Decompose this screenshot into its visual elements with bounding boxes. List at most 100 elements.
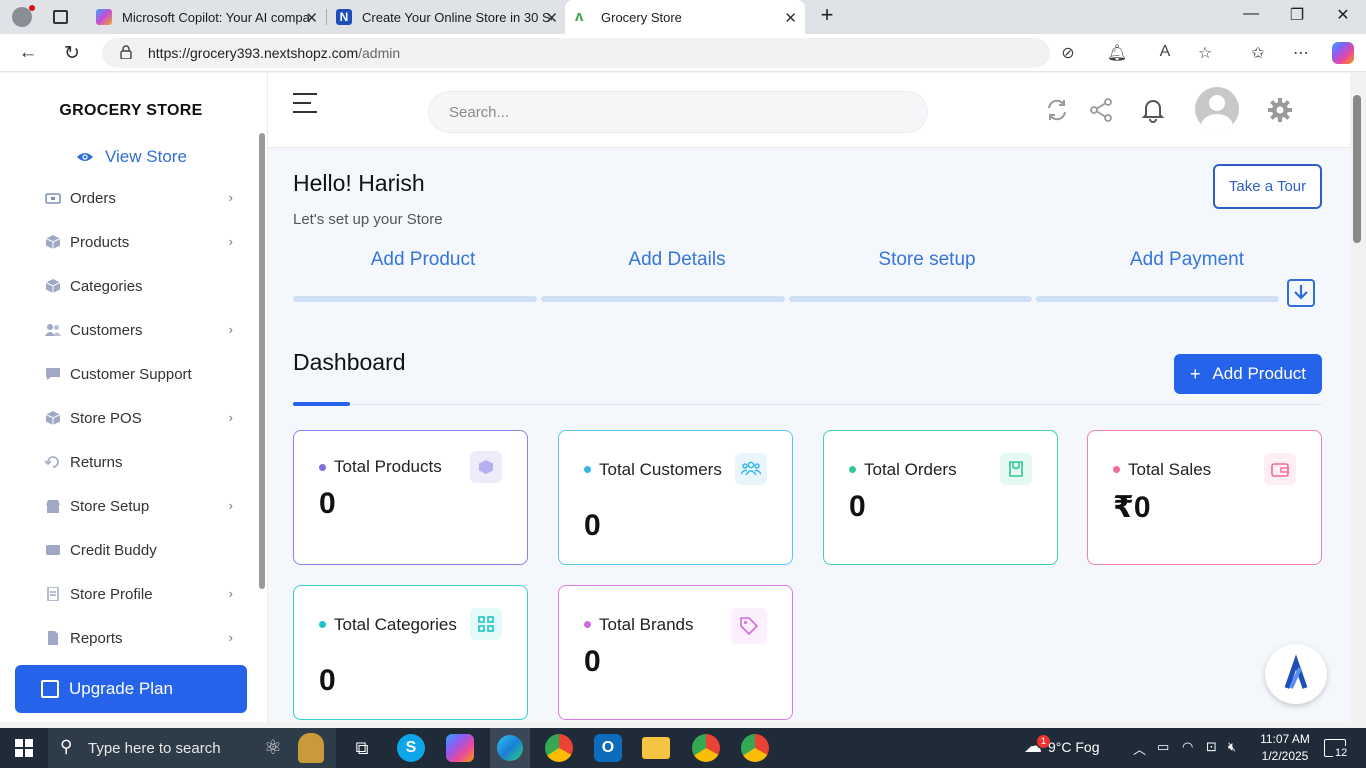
chrome-profile-t-icon[interactable] bbox=[741, 734, 769, 762]
stat-card-total-sales[interactable]: Total Sales ₹0 bbox=[1087, 430, 1322, 565]
search-icon: ⚲ bbox=[60, 737, 73, 756]
tracking-prevention-icon[interactable]: ⊘ bbox=[1057, 43, 1079, 63]
sidebar-item-store-profile[interactable]: Store Profile › bbox=[45, 581, 235, 607]
main-content: Hello! Harish Let's set up your Store Ta… bbox=[268, 148, 1350, 722]
chrome-profile-n-icon[interactable] bbox=[692, 734, 720, 762]
tab-grocery-store[interactable]: ʌ Grocery Store ✕ bbox=[565, 0, 805, 34]
sidebar-item-store-pos[interactable]: Store POS › bbox=[45, 405, 235, 431]
bell-icon[interactable] bbox=[1140, 97, 1166, 123]
avatar-head bbox=[1209, 95, 1225, 111]
restore-button[interactable]: ❐ bbox=[1282, 5, 1312, 25]
sidebar-item-store-setup[interactable]: Store Setup › bbox=[45, 493, 235, 519]
sidebar-scrollbar[interactable] bbox=[259, 133, 265, 589]
dashboard-underline bbox=[293, 402, 350, 406]
sidebar-item-customers[interactable]: Customers › bbox=[45, 317, 235, 343]
refresh-button[interactable]: ↻ bbox=[60, 42, 84, 65]
wifi-icon[interactable]: ◠ bbox=[1182, 739, 1193, 755]
stat-card-total-orders[interactable]: Total Orders 0 bbox=[823, 430, 1058, 565]
upgrade-plan-button[interactable]: Upgrade Plan bbox=[15, 665, 247, 713]
stat-card-total-brands[interactable]: Total Brands 0 bbox=[558, 585, 793, 720]
stat-value: 0 bbox=[319, 487, 336, 520]
chrome-profile-h-icon[interactable] bbox=[545, 734, 573, 762]
close-tab-icon[interactable]: ✕ bbox=[784, 9, 797, 27]
close-tab-icon[interactable]: ✕ bbox=[545, 9, 558, 27]
skype-icon[interactable]: S bbox=[397, 734, 425, 762]
refresh-sync-icon[interactable] bbox=[1044, 97, 1070, 123]
url-field[interactable]: https://grocery393.nextshopz.com/admin bbox=[102, 38, 1050, 68]
favorites-icon[interactable]: ✩ bbox=[1247, 43, 1269, 63]
view-store-label: View Store bbox=[105, 147, 187, 166]
notification-bell-icon[interactable]: 🔔︎ bbox=[1106, 43, 1128, 63]
status-dot bbox=[849, 466, 856, 473]
sidebar-item-categories[interactable]: Categories bbox=[45, 273, 235, 299]
address-toolbar: ← ↻ https://grocery393.nextshopz.com/adm… bbox=[0, 34, 1366, 72]
search-highlight-icon: ⚛ bbox=[264, 737, 282, 759]
notification-count: 12 bbox=[1333, 746, 1350, 760]
step-add-details[interactable]: Add Details bbox=[555, 249, 799, 271]
sidebar-item-returns[interactable]: Returns bbox=[45, 449, 235, 475]
status-dot bbox=[319, 621, 326, 628]
stat-value: 0 bbox=[584, 645, 601, 678]
search-input[interactable] bbox=[428, 91, 928, 133]
users-icon bbox=[45, 324, 61, 336]
view-store-link[interactable]: View Store bbox=[76, 147, 187, 167]
download-icon[interactable] bbox=[1287, 279, 1315, 307]
grid-icon bbox=[470, 608, 502, 640]
grocery-favicon-icon: ʌ bbox=[575, 8, 584, 25]
windows-start-icon[interactable] bbox=[15, 739, 33, 757]
new-tab-button[interactable]: + bbox=[812, 2, 842, 28]
copilot-taskbar-icon[interactable] bbox=[446, 734, 474, 762]
step-add-product[interactable]: Add Product bbox=[301, 249, 545, 271]
sidebar-item-customer-support[interactable]: Customer Support bbox=[45, 361, 235, 387]
gear-icon[interactable] bbox=[1267, 97, 1293, 123]
taskbar-search[interactable]: ⚲ Type here to search ⚛ bbox=[48, 728, 336, 768]
stat-card-total-products[interactable]: Total Products 0 bbox=[293, 430, 528, 565]
tab-create-store[interactable]: N Create Your Online Store in 30 Sec ✕ bbox=[326, 0, 566, 34]
sidebar-item-label: Orders bbox=[70, 189, 116, 207]
weather-widget[interactable]: ☁ 9°C Fog bbox=[1024, 736, 1100, 757]
volume-icon[interactable]: 🔇︎ bbox=[1228, 739, 1236, 755]
edge-icon[interactable] bbox=[490, 728, 530, 768]
profile-notification-dot bbox=[29, 5, 35, 11]
sidebar-item-credit-buddy[interactable]: Credit Buddy bbox=[45, 537, 235, 563]
outlook-icon[interactable]: O bbox=[594, 734, 622, 762]
sidebar-item-reports[interactable]: Reports › bbox=[45, 625, 235, 651]
step-store-setup[interactable]: Store setup bbox=[805, 249, 1049, 271]
stat-card-total-categories[interactable]: Total Categories 0 bbox=[293, 585, 528, 720]
greeting-heading: Hello! Harish bbox=[293, 170, 425, 196]
file-explorer-icon[interactable] bbox=[642, 737, 670, 759]
sidebar-item-products[interactable]: Products › bbox=[45, 229, 235, 255]
avatar[interactable] bbox=[1195, 87, 1239, 131]
system-clock[interactable]: 11:07 AM 1/2/2025 bbox=[1255, 731, 1315, 765]
share-icon[interactable] bbox=[1088, 97, 1114, 123]
scrollbar-thumb[interactable] bbox=[1353, 95, 1361, 243]
add-product-button[interactable]: + Add Product bbox=[1174, 354, 1322, 394]
read-aloud-icon[interactable]: A bbox=[1154, 43, 1176, 61]
tab-copilot[interactable]: Microsoft Copilot: Your AI compa ✕ bbox=[86, 0, 326, 34]
close-tab-icon[interactable]: ✕ bbox=[305, 9, 318, 27]
show-hidden-icons-icon[interactable]: ︿ bbox=[1133, 739, 1146, 758]
menu-toggle-icon[interactable] bbox=[293, 93, 317, 113]
step-add-payment[interactable]: Add Payment bbox=[1065, 249, 1309, 271]
taskbar-search-placeholder: Type here to search bbox=[88, 739, 221, 757]
device-icon[interactable]: ⊡ bbox=[1206, 739, 1217, 755]
minimize-button[interactable]: — bbox=[1236, 5, 1266, 23]
more-menu-icon[interactable]: ⋯ bbox=[1290, 43, 1312, 63]
report-icon bbox=[48, 631, 58, 645]
battery-icon[interactable]: ▭ bbox=[1157, 739, 1169, 755]
task-view-icon[interactable]: ⧉ bbox=[348, 734, 376, 762]
nextshopz-chat-launcher-icon[interactable] bbox=[1265, 644, 1327, 704]
lock-icon bbox=[120, 45, 132, 59]
edge-logo bbox=[497, 735, 523, 761]
tab-actions-icon[interactable] bbox=[53, 10, 68, 24]
stat-card-total-customers[interactable]: Total Customers 0 bbox=[558, 430, 793, 565]
tag-icon bbox=[731, 608, 767, 644]
favorite-star-icon[interactable]: ☆ bbox=[1194, 43, 1216, 63]
back-button[interactable]: ← bbox=[16, 42, 40, 64]
sidebar-item-orders[interactable]: Orders › bbox=[45, 185, 235, 211]
copilot-icon[interactable] bbox=[1332, 42, 1354, 64]
close-window-button[interactable]: ✕ bbox=[1328, 5, 1358, 25]
take-a-tour-button[interactable]: Take a Tour bbox=[1213, 164, 1322, 209]
main-scrollbar[interactable] bbox=[1350, 73, 1366, 722]
nextshopz-favicon-icon: N bbox=[336, 9, 352, 25]
